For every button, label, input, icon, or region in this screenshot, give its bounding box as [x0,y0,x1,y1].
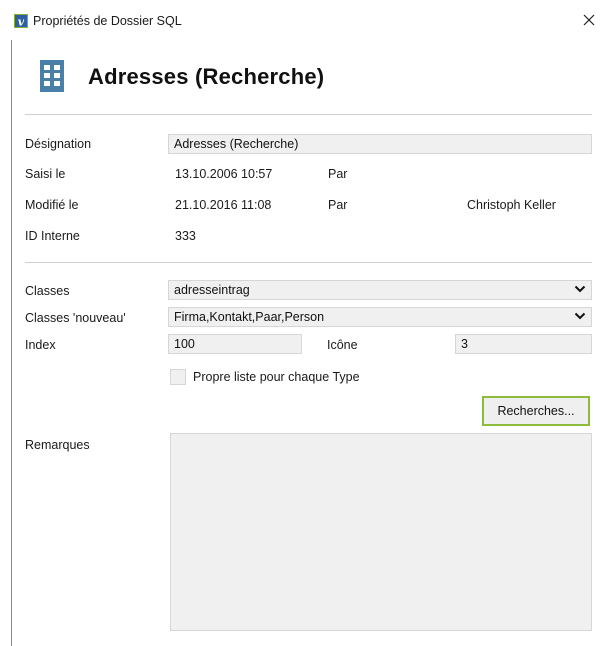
modifie-par-value: Christoph Keller [467,198,556,212]
section-divider [25,262,592,263]
saisi-label: Saisi le [25,167,66,181]
icone-field[interactable]: 3 [455,334,592,354]
window-title: Propriétés de Dossier SQL [33,14,182,28]
remarques-label: Remarques [25,438,90,452]
index-label: Index [25,338,56,352]
building-icon [40,60,64,92]
window-left-border [11,40,12,646]
recherches-button[interactable]: Recherches... [482,396,590,426]
id-label: ID Interne [25,229,80,243]
saisi-par-label: Par [328,167,348,181]
id-value: 333 [175,229,196,243]
own-list-checkbox[interactable] [170,369,186,385]
classes-nouveau-selected-value: Firma,Kontakt,Paar,Person [174,310,325,324]
modifie-label: Modifié le [25,198,79,212]
classes-nouveau-label: Classes 'nouveau' [25,311,126,325]
header-divider [25,114,592,115]
app-logo-icon: v [14,14,28,28]
designation-field[interactable]: Adresses (Recherche) [168,134,592,154]
svg-text:v: v [18,16,25,29]
page-title: Adresses (Recherche) [88,64,325,89]
saisi-value: 13.10.2006 10:57 [175,167,273,181]
remarques-textarea[interactable] [170,433,592,631]
title-bar: v Propriétés de Dossier SQL [0,0,604,36]
properties-dialog: v Propriétés de Dossier SQL Adresses (Re… [0,0,604,646]
close-button[interactable] [580,10,598,30]
classes-select[interactable]: adresseintrag [168,280,592,300]
chevron-down-icon [574,312,586,320]
index-field[interactable]: 100 [168,334,302,354]
chevron-down-icon [574,285,586,293]
icone-label: Icône [327,338,358,352]
classes-selected-value: adresseintrag [174,283,250,297]
classes-label: Classes [25,284,70,298]
modifie-value: 21.10.2016 11:08 [175,198,272,212]
own-list-checkbox-label: Propre liste pour chaque Type [193,370,360,384]
classes-nouveau-select[interactable]: Firma,Kontakt,Paar,Person [168,307,592,327]
modifie-par-label: Par [328,198,348,212]
close-icon [583,14,595,26]
designation-label: Désignation [25,137,92,151]
